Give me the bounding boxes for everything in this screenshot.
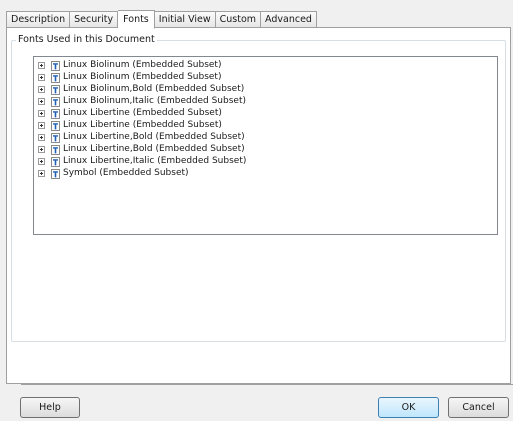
- font-label: Symbol (Embedded Subset): [63, 168, 189, 178]
- truetype-font-icon: [51, 168, 60, 179]
- expand-icon[interactable]: [38, 122, 45, 129]
- font-tree-item[interactable]: Symbol (Embedded Subset): [38, 168, 246, 179]
- tab-description[interactable]: Description: [6, 11, 71, 28]
- font-tree-item[interactable]: Linux Libertine (Embedded Subset): [38, 120, 246, 131]
- expand-icon[interactable]: [38, 62, 45, 69]
- truetype-font-icon: [51, 72, 60, 83]
- expand-icon[interactable]: [38, 170, 45, 177]
- truetype-font-icon: [51, 84, 60, 95]
- truetype-font-icon: [51, 96, 60, 107]
- tab-bar: Description Security Fonts Initial View …: [6, 10, 317, 29]
- truetype-font-icon: [51, 144, 60, 155]
- font-label: Linux Libertine,Italic (Embedded Subset): [63, 156, 247, 166]
- expand-icon[interactable]: [38, 110, 45, 117]
- tab-custom[interactable]: Custom: [215, 11, 262, 28]
- expand-icon[interactable]: [38, 98, 45, 105]
- font-tree-item[interactable]: Linux Libertine (Embedded Subset): [38, 108, 246, 119]
- truetype-font-icon: [51, 108, 60, 119]
- font-tree-item[interactable]: Linux Libertine,Bold (Embedded Subset): [38, 144, 246, 155]
- expand-icon[interactable]: [38, 134, 45, 141]
- font-tree-item[interactable]: Linux Biolinum,Italic (Embedded Subset): [38, 96, 246, 107]
- font-label: Linux Biolinum (Embedded Subset): [63, 60, 222, 70]
- font-label: Linux Libertine (Embedded Subset): [63, 120, 222, 130]
- font-tree-item[interactable]: Linux Biolinum,Bold (Embedded Subset): [38, 84, 246, 95]
- font-label: Linux Biolinum,Italic (Embedded Subset): [63, 96, 246, 106]
- font-tree-item[interactable]: Linux Biolinum (Embedded Subset): [38, 72, 246, 83]
- font-label: Linux Biolinum (Embedded Subset): [63, 72, 222, 82]
- tab-fonts[interactable]: Fonts: [118, 10, 155, 29]
- footer-divider: [21, 384, 513, 385]
- font-label: Linux Biolinum,Bold (Embedded Subset): [63, 84, 245, 94]
- font-tree-item[interactable]: Linux Libertine,Italic (Embedded Subset): [38, 156, 246, 167]
- tab-advanced[interactable]: Advanced: [261, 11, 317, 28]
- truetype-font-icon: [51, 132, 60, 143]
- truetype-font-icon: [51, 156, 60, 167]
- expand-icon[interactable]: [38, 74, 45, 81]
- fonts-tree: Linux Biolinum (Embedded Subset) Linux B…: [38, 60, 246, 180]
- ok-button[interactable]: OK: [378, 397, 439, 418]
- fonts-tree-list[interactable]: Linux Biolinum (Embedded Subset) Linux B…: [33, 56, 498, 235]
- font-label: Linux Libertine (Embedded Subset): [63, 108, 222, 118]
- font-tree-item[interactable]: Linux Biolinum (Embedded Subset): [38, 60, 246, 71]
- font-tree-item[interactable]: Linux Libertine,Bold (Embedded Subset): [38, 132, 246, 143]
- help-button[interactable]: Help: [20, 397, 80, 418]
- cancel-button[interactable]: Cancel: [448, 397, 509, 418]
- truetype-font-icon: [51, 60, 60, 71]
- truetype-font-icon: [51, 120, 60, 131]
- expand-icon[interactable]: [38, 86, 45, 93]
- expand-icon[interactable]: [38, 146, 45, 153]
- expand-icon[interactable]: [38, 158, 45, 165]
- tab-initial-view[interactable]: Initial View: [154, 11, 216, 28]
- font-label: Linux Libertine,Bold (Embedded Subset): [63, 132, 245, 142]
- tab-security[interactable]: Security: [70, 11, 119, 28]
- font-label: Linux Libertine,Bold (Embedded Subset): [63, 144, 245, 154]
- fonts-group-title: Fonts Used in this Document: [16, 34, 157, 46]
